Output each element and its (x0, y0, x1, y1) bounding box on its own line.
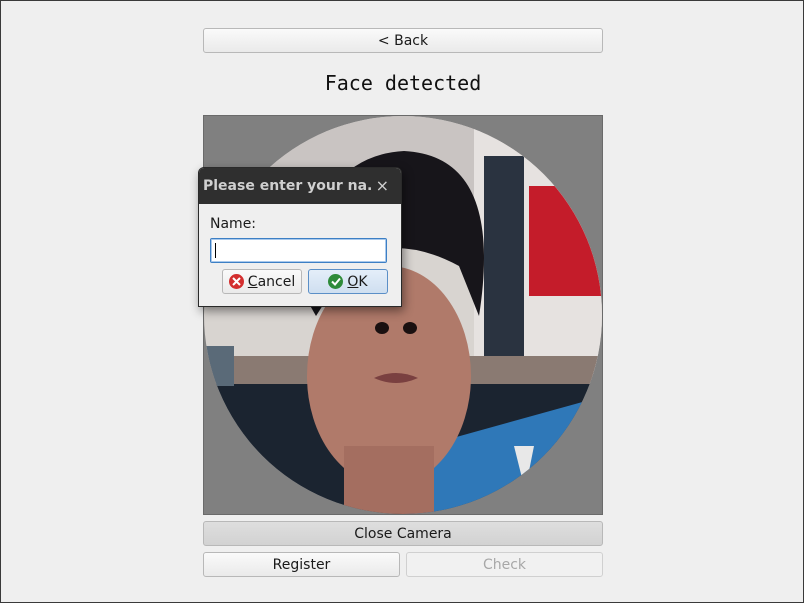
check-icon (328, 274, 344, 289)
register-button[interactable]: Register (203, 552, 400, 577)
dialog-titlebar[interactable]: Please enter your na... × (199, 168, 401, 204)
main-window: < Back Face detected Close Camera Regist… (0, 0, 804, 603)
status-title: Face detected (324, 71, 482, 95)
text-caret (215, 243, 216, 258)
cancel-button[interactable]: Cancel (222, 269, 302, 294)
ok-button[interactable]: OK (308, 269, 388, 294)
name-input[interactable] (210, 238, 387, 263)
cancel-icon (228, 274, 244, 289)
dialog-title: Please enter your na... (203, 178, 371, 194)
close-icon[interactable]: × (376, 176, 389, 195)
name-input-dialog: Please enter your na... × Name: Cancel O… (198, 167, 402, 307)
name-label: Name: (210, 216, 257, 232)
cancel-label: Cancel (247, 273, 296, 290)
back-button[interactable]: < Back (203, 28, 603, 53)
ok-label: OK (347, 273, 368, 290)
close-camera-button[interactable]: Close Camera (203, 521, 603, 546)
check-button: Check (406, 552, 603, 577)
